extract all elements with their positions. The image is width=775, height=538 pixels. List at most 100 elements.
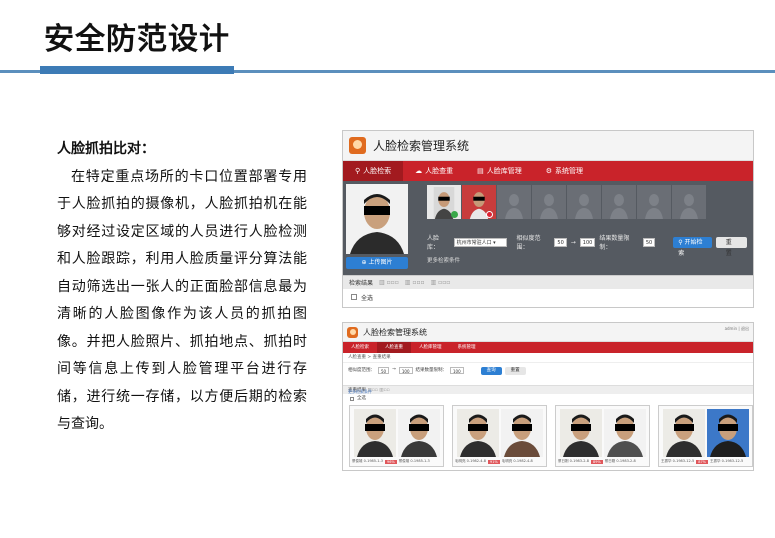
- gear-icon: ⚙: [545, 167, 553, 175]
- similarity-score-badge: 96%: [385, 459, 397, 464]
- left-caption: 蔡日刚 0-1983-2-8: [558, 459, 589, 463]
- similarity-score-badge: 91%: [488, 459, 500, 464]
- similarity-max-input[interactable]: 100: [398, 367, 413, 374]
- description-heading: 人脸抓拍比对：: [57, 141, 155, 157]
- query-face-photo: [346, 184, 408, 254]
- toolbar-action-icon[interactable]: ▥ ▫▫▫: [379, 279, 399, 286]
- similarity-label: 相似度范围：: [516, 235, 541, 251]
- results-label: 检索结果: [349, 280, 374, 287]
- upload-image-button[interactable]: ⊕ 上传图片: [346, 257, 408, 269]
- result-limit-label: 结果数量限制：: [599, 235, 630, 251]
- reset-button[interactable]: 重置: [504, 367, 526, 375]
- query-button[interactable]: 查询: [480, 367, 502, 375]
- similarity-score-badge: 87%: [696, 459, 708, 464]
- empty-thumbnail: [567, 185, 601, 219]
- result-limit-input[interactable]: 100: [450, 367, 464, 374]
- match-icon: [451, 211, 458, 218]
- empty-thumbnail: [602, 185, 636, 219]
- face-dedup-screenshot: 人脸检索管理系统 admin | 退出 人脸检索 人脸查重 人脸库管理 系统管理…: [342, 322, 754, 471]
- person-silhouette-icon: [540, 194, 558, 219]
- result-card[interactable]: 蔡俊雄 0-1985-1-3 96% 蔡俊雄 0-1985-1-3: [349, 405, 444, 467]
- left-caption: 毛明亮 0-1982-4-8: [455, 459, 486, 463]
- select-all-checkbox[interactable]: [350, 396, 354, 401]
- title-accent-bar: [40, 66, 234, 74]
- start-search-button[interactable]: ⚲ 开始检索: [673, 236, 712, 257]
- app-title: 人脸检索管理系统: [363, 327, 427, 337]
- results-toolbar: 查重结果 ▥▫▫ ▥▫▫: [343, 385, 753, 394]
- select-all-checkbox[interactable]: [351, 294, 357, 300]
- similarity-min-input[interactable]: 50: [378, 367, 390, 374]
- right-caption: 蔡俊雄 0-1985-1-3: [398, 459, 430, 463]
- face-photo: [560, 409, 602, 457]
- tab-system[interactable]: 系统管理: [450, 342, 484, 353]
- search-panel: ⊕ 上传图片 人脸库： 杭州市常驻人口 ▾ 相似度范围： 50 → 100 结果…: [343, 181, 753, 275]
- tab-system[interactable]: ⚙ 系统管理: [534, 161, 595, 181]
- description-body: 在特定重点场所的卡口位置部署专用于人脸抓拍的摄像机，人脸抓拍机在能够对经过设定区…: [57, 168, 307, 433]
- person-silhouette-icon: [680, 194, 698, 219]
- result-limit-label: 结果数量限制：: [415, 368, 448, 373]
- similarity-min-input[interactable]: 50: [554, 237, 567, 247]
- right-caption: 王振华 0-1983-12-5: [710, 459, 744, 463]
- slide-title: 安全防范设计: [44, 22, 230, 57]
- empty-thumbnail: [672, 185, 706, 219]
- range-arrow-icon: →: [570, 238, 576, 246]
- candidate-thumbnails: [427, 185, 706, 219]
- tab-face-dedup[interactable]: 人脸查重: [377, 342, 411, 353]
- toolbar-action-icon[interactable]: ▥ ▫▫▫: [405, 279, 425, 286]
- right-caption: 毛明亮 0-1982-4-8: [501, 459, 533, 463]
- more-conditions-link[interactable]: 更多检索条件: [348, 389, 372, 395]
- person-silhouette-icon: [645, 194, 663, 219]
- range-arrow-icon: →: [392, 367, 396, 372]
- app-title: 人脸检索管理系统: [373, 139, 470, 153]
- left-caption: 蔡俊雄 0-1985-1-3: [352, 459, 383, 463]
- tab-face-library[interactable]: 人脸库管理: [411, 342, 450, 353]
- result-card[interactable]: 蔡日刚 0-1983-2-8 89% 蔡日刚 0-1983-2-8: [555, 405, 650, 467]
- select-all-row[interactable]: 全选: [343, 394, 753, 403]
- candidate-thumbnail[interactable]: [427, 185, 461, 219]
- id-card-icon: ▤: [477, 167, 484, 175]
- face-photo: [663, 409, 705, 457]
- app-logo-icon: [347, 326, 358, 338]
- person-silhouette-icon: [610, 194, 628, 219]
- breadcrumb: 人脸查重 > 查重结果: [343, 353, 753, 363]
- search-form: 人脸库： 杭州市常驻人口 ▾ 相似度范围： 50 → 100 结果数量限制： 5…: [427, 233, 747, 264]
- right-caption: 蔡日刚 0-1983-2-8: [604, 459, 636, 463]
- library-value: 杭州市常驻人口: [456, 239, 492, 246]
- card-caption: 王振华 0-1983-12-5 87% 王振华 0-1983-12-5: [661, 459, 752, 464]
- tab-face-library[interactable]: ▤ 人脸库管理: [465, 161, 534, 181]
- reset-button[interactable]: 重置: [715, 236, 747, 257]
- alert-icon: [486, 211, 493, 218]
- person-silhouette-icon: [575, 194, 593, 219]
- tab-face-search[interactable]: ⚲ 人脸检索: [343, 161, 404, 181]
- face-photo: [501, 409, 543, 457]
- empty-thumbnail: [532, 185, 566, 219]
- library-label: 人脸库：: [427, 235, 440, 251]
- select-all-label: 全选: [361, 294, 374, 302]
- result-card[interactable]: 王振华 0-1983-12-5 87% 王振华 0-1983-12-5: [658, 405, 753, 467]
- description-block: 人脸抓拍比对： 在特定重点场所的卡口位置部署专用于人脸抓拍的摄像机，人脸抓拍机在…: [57, 136, 307, 439]
- search-icon: ⚲: [355, 167, 361, 175]
- left-caption: 王振华 0-1983-12-5: [661, 459, 695, 463]
- face-photo: [457, 409, 499, 457]
- tab-face-dedup[interactable]: ☁ 人脸查重: [403, 161, 465, 181]
- tab-label: 人脸检索: [363, 167, 392, 175]
- dedup-result-cards: 蔡俊雄 0-1985-1-3 96% 蔡俊雄 0-1985-1-3 毛明亮 0-…: [349, 405, 753, 467]
- select-all-row[interactable]: 全选: [343, 289, 753, 305]
- face-photo: [707, 409, 749, 457]
- user-links[interactable]: admin | 退出: [725, 326, 749, 332]
- card-caption: 蔡日刚 0-1983-2-8 89% 蔡日刚 0-1983-2-8: [558, 459, 649, 464]
- tab-face-search[interactable]: 人脸检索: [343, 342, 377, 353]
- result-limit-input[interactable]: 50: [642, 237, 656, 247]
- more-conditions-link[interactable]: 更多检索条件: [427, 256, 747, 264]
- app-header: 人脸检索管理系统: [343, 131, 753, 161]
- tab-label: 系统管理: [555, 167, 584, 175]
- result-card[interactable]: 毛明亮 0-1982-4-8 91% 毛明亮 0-1982-4-8: [452, 405, 547, 467]
- tab-label: 人脸库管理: [486, 167, 522, 175]
- toolbar-action-icon[interactable]: ▥ ▫▫▫: [431, 279, 451, 286]
- dedup-form: 相似度范围： 50 → 100 结果数量限制： 100 查询 重置 更多检索条件: [343, 363, 753, 394]
- library-select[interactable]: 杭州市常驻人口 ▾: [453, 237, 507, 247]
- app-logo-icon: [349, 137, 366, 154]
- candidate-thumbnail[interactable]: [462, 185, 496, 219]
- similarity-max-input[interactable]: 100: [579, 237, 596, 247]
- person-silhouette-icon: [505, 194, 523, 219]
